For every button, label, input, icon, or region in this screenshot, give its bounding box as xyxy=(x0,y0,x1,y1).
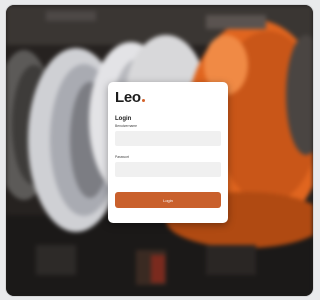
login-card: Leo Login Benutzername Passwort Login xyxy=(108,82,228,223)
password-input[interactable] xyxy=(115,162,221,177)
password-label: Passwort xyxy=(115,155,129,159)
brand-dot-icon xyxy=(141,99,145,102)
app-window: Leo Login Benutzername Passwort Login xyxy=(6,5,313,296)
login-button[interactable]: Login xyxy=(115,192,221,208)
login-heading: Login xyxy=(115,116,132,122)
username-label: Benutzername xyxy=(115,124,138,128)
username-input[interactable] xyxy=(115,131,221,146)
brand-name: Leo xyxy=(115,89,141,106)
brand-logo: Leo xyxy=(115,90,221,106)
